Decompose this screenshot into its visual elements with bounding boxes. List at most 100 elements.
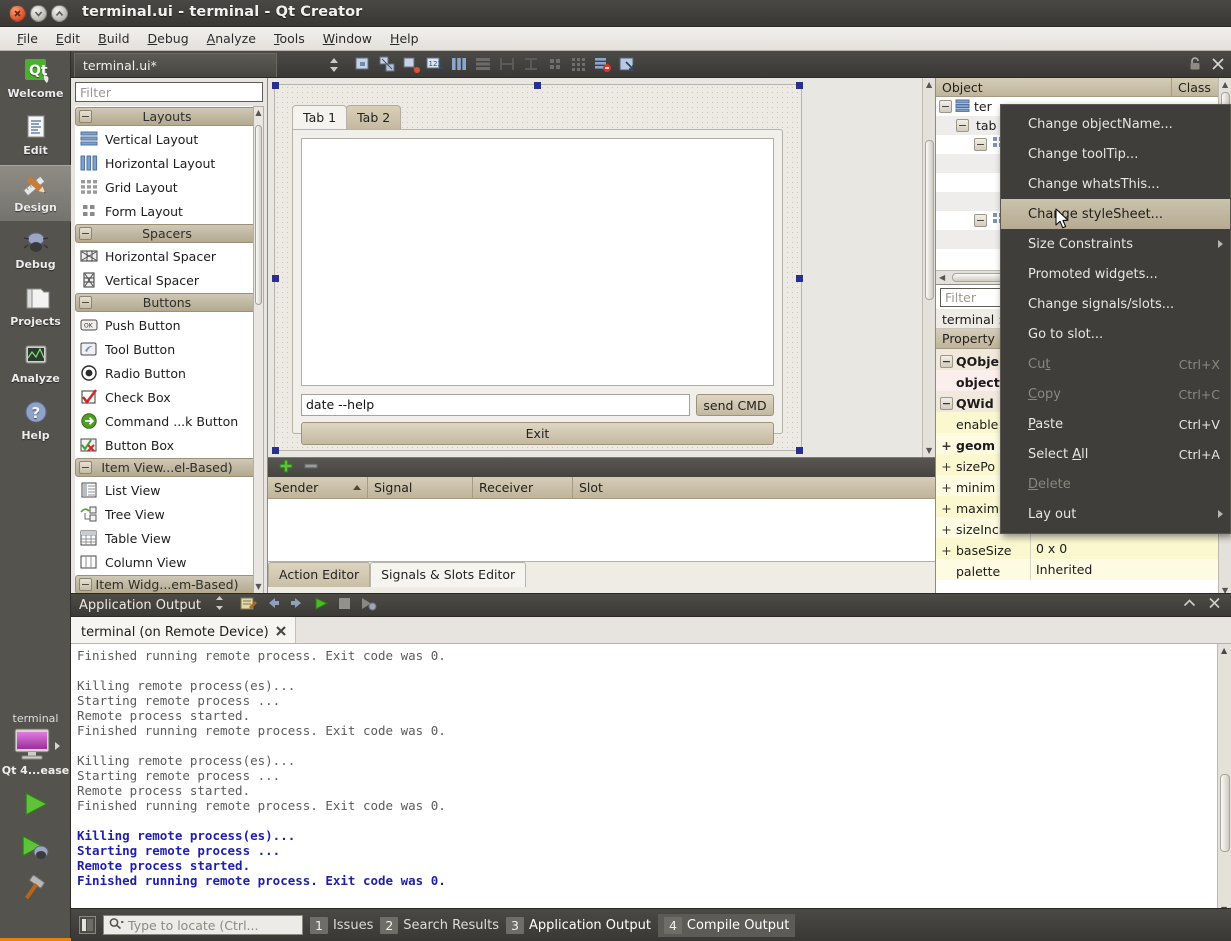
tab-action-editor[interactable]: Action Editor bbox=[268, 562, 371, 587]
selection-handle-mr[interactable] bbox=[796, 275, 803, 282]
window-maximize-icon[interactable] bbox=[51, 5, 68, 22]
menu-help[interactable]: Help bbox=[381, 28, 428, 49]
widget-item-check-box[interactable]: Check Box bbox=[75, 385, 257, 409]
output-settings-icon[interactable] bbox=[240, 595, 257, 615]
scrollbar-thumb[interactable] bbox=[255, 125, 262, 305]
menu-debug[interactable]: Debug bbox=[139, 28, 198, 49]
status-pane-search-results[interactable]: 2 Search Results bbox=[380, 916, 499, 934]
send-cmd-button[interactable]: send CMD bbox=[696, 394, 774, 416]
locator-input[interactable]: Type to locate (Ctrl... bbox=[103, 915, 303, 935]
run-target-panel[interactable]: terminal Qt 4...ease bbox=[0, 706, 71, 908]
layout-splitter-v-icon[interactable] bbox=[521, 54, 541, 77]
run-green-arrow-icon[interactable] bbox=[19, 789, 53, 822]
prev-item-icon[interactable] bbox=[265, 596, 281, 614]
scroll-up-arrow-icon[interactable]: ▲ bbox=[255, 108, 262, 118]
layout-splitter-h-icon[interactable] bbox=[497, 54, 517, 77]
widget-item-table-view[interactable]: Table View bbox=[75, 526, 257, 550]
widget-item-grid-layout[interactable]: Grid Layout bbox=[75, 175, 257, 199]
break-layout-icon[interactable] bbox=[377, 54, 397, 77]
sidebar-toggle-icon[interactable] bbox=[79, 916, 96, 934]
collapse-icon[interactable]: − bbox=[79, 461, 92, 474]
layout-grid-icon[interactable] bbox=[569, 54, 589, 77]
tree-expand-icon[interactable]: + bbox=[940, 480, 953, 495]
menu-item-change-objectname[interactable]: Change objectName... bbox=[1001, 109, 1230, 139]
collapse-icon[interactable]: − bbox=[79, 578, 92, 591]
widget-item-horizontal-spacer[interactable]: Horizontal Spacer bbox=[75, 244, 257, 268]
split-chooser-icon[interactable] bbox=[327, 57, 341, 76]
layout-vertical-icon[interactable] bbox=[473, 54, 493, 77]
form-canvas[interactable]: Tab 1 Tab 2 date --help send CMD Exit bbox=[274, 84, 802, 451]
close-icon[interactable] bbox=[1208, 597, 1221, 613]
window-minimize-icon[interactable] bbox=[30, 5, 47, 22]
widget-item-radio-button[interactable]: Radio Button bbox=[75, 361, 257, 385]
widget-item-horizontal-layout[interactable]: Horizontal Layout bbox=[75, 151, 257, 175]
signal-slot-edit-icon[interactable] bbox=[401, 54, 421, 77]
mode-debug[interactable]: Debug bbox=[0, 222, 71, 279]
selection-handle-tm[interactable] bbox=[534, 82, 541, 89]
tab-order-icon[interactable]: 123 bbox=[425, 54, 445, 77]
application-output-console[interactable]: Finished running remote process. Exit co… bbox=[71, 644, 1231, 916]
widget-group-item-views[interactable]: − Item View...el-Based) bbox=[75, 458, 257, 477]
status-pane-issues[interactable]: 1 Issues bbox=[310, 916, 373, 934]
adjust-size-icon[interactable] bbox=[353, 54, 373, 77]
widget-item-vertical-layout[interactable]: Vertical Layout bbox=[75, 127, 257, 151]
panel-chooser-icon[interactable] bbox=[213, 595, 226, 615]
tree-collapse-icon[interactable]: − bbox=[974, 138, 987, 151]
menu-item-change-tooltip[interactable]: Change toolTip... bbox=[1001, 139, 1230, 169]
menu-item-change-stylesheet[interactable]: Change styleSheet... bbox=[1001, 199, 1230, 229]
collapse-icon[interactable]: − bbox=[79, 296, 92, 309]
close-icon[interactable] bbox=[1211, 57, 1225, 74]
widget-item-column-view[interactable]: Column View bbox=[75, 550, 257, 574]
menu-window[interactable]: Window bbox=[314, 28, 381, 49]
minus-icon[interactable] bbox=[303, 458, 319, 477]
designer-tab-2[interactable]: Tab 2 bbox=[346, 105, 402, 129]
mode-analyze[interactable]: Analyze bbox=[0, 336, 71, 393]
property-row[interactable]: + baseSize 0 x 0 bbox=[936, 538, 1231, 559]
widget-group-item-widgets[interactable]: − Item Widg...em-Based) bbox=[75, 575, 257, 594]
tree-collapse-icon[interactable]: − bbox=[940, 396, 953, 410]
menu-file[interactable]: File bbox=[8, 28, 47, 49]
output-tab-terminal[interactable]: terminal (on Remote Device) bbox=[71, 617, 296, 643]
tree-expand-icon[interactable]: + bbox=[940, 501, 953, 516]
tree-collapse-icon[interactable]: − bbox=[974, 214, 987, 227]
widget-box-filter-input[interactable]: Filter bbox=[75, 82, 263, 102]
selection-handle-bl[interactable] bbox=[272, 447, 279, 454]
selection-handle-br[interactable] bbox=[796, 447, 803, 454]
tab-widget-tabbar[interactable]: Tab 1 Tab 2 bbox=[292, 105, 402, 129]
status-pane-compile-output[interactable]: 4 Compile Output bbox=[657, 913, 796, 937]
widget-box-list[interactable]: − Layouts Vertical Layout Horizontal Lay… bbox=[75, 106, 257, 595]
widget-item-list-view[interactable]: List View bbox=[75, 478, 257, 502]
scrollbar-thumb[interactable] bbox=[1220, 774, 1230, 852]
menu-item-size-constraints[interactable]: Size Constraints bbox=[1001, 229, 1230, 259]
menu-edit[interactable]: Edit bbox=[47, 28, 89, 49]
layout-horizontal-icon[interactable] bbox=[449, 54, 469, 77]
designer-tab-1[interactable]: Tab 1 bbox=[292, 105, 348, 129]
menu-analyze[interactable]: Analyze bbox=[198, 28, 265, 49]
lock-icon[interactable] bbox=[1188, 56, 1202, 74]
tree-expand-icon[interactable]: + bbox=[940, 438, 953, 453]
menu-build[interactable]: Build bbox=[89, 28, 138, 49]
widget-box-scrollbar[interactable]: ▲ ▼ bbox=[253, 106, 264, 594]
property-row[interactable]: palette Inherited bbox=[936, 559, 1231, 580]
sort-ascending-icon[interactable] bbox=[353, 485, 361, 490]
scroll-up-arrow-icon[interactable]: ▲ bbox=[1221, 646, 1227, 655]
widget-item-push-button[interactable]: OK Push Button bbox=[75, 313, 257, 337]
scrollbar-thumb[interactable] bbox=[925, 140, 934, 300]
menu-item-select-all[interactable]: Select All Ctrl+A bbox=[1001, 439, 1230, 469]
widget-item-form-layout[interactable]: Form Layout bbox=[75, 199, 257, 223]
widget-group-buttons[interactable]: − Buttons bbox=[75, 293, 257, 312]
menu-item-change-whatsthis[interactable]: Change whatsThis... bbox=[1001, 169, 1230, 199]
property-value[interactable]: Inherited bbox=[1031, 559, 1231, 580]
tree-expand-icon[interactable]: + bbox=[940, 543, 953, 558]
layout-break-icon[interactable] bbox=[593, 54, 613, 77]
status-pane-application-output[interactable]: 3 Application Output bbox=[506, 916, 651, 934]
selection-handle-tr[interactable] bbox=[796, 82, 803, 89]
tree-collapse-icon[interactable]: − bbox=[940, 354, 953, 368]
designer-vertical-scrollbar[interactable]: ▲ ▼ bbox=[922, 78, 935, 457]
menu-item-lay-out[interactable]: Lay out bbox=[1001, 499, 1230, 529]
close-x-icon[interactable] bbox=[275, 625, 287, 641]
collapse-icon[interactable]: − bbox=[79, 110, 92, 123]
command-input[interactable]: date --help bbox=[301, 394, 690, 416]
signals-slots-table-body[interactable] bbox=[268, 499, 935, 562]
widget-group-spacers[interactable]: − Spacers bbox=[75, 224, 257, 243]
